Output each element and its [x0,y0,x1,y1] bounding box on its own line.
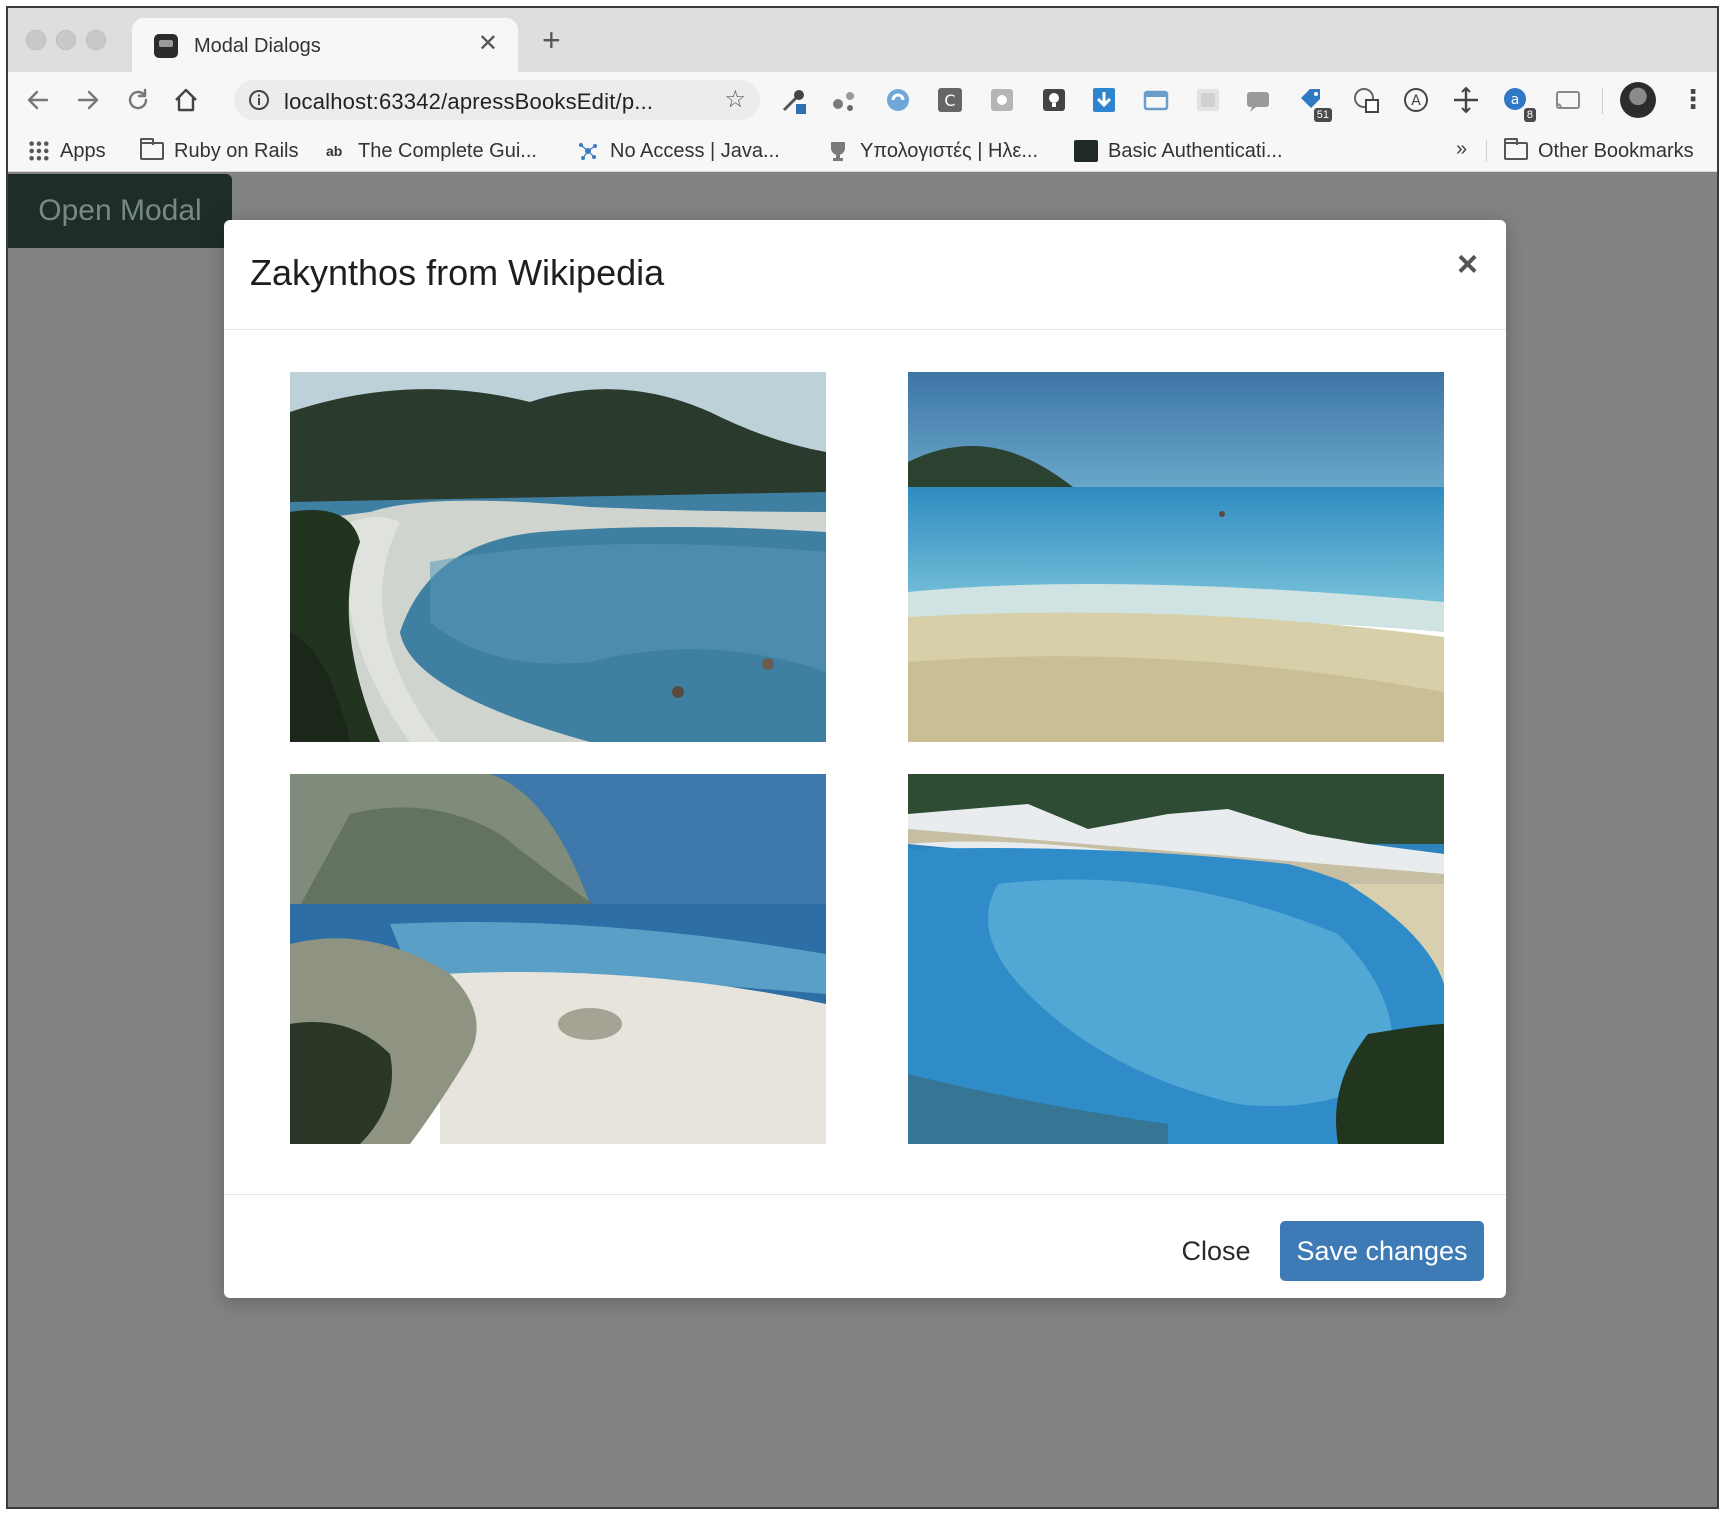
grid-extension-icon[interactable] [1194,86,1222,114]
village-bay-photo [908,774,1444,1144]
home-icon[interactable] [168,82,204,118]
bookmark-apps[interactable]: Apps [28,138,106,164]
bookmark-ruby-on-rails[interactable]: Ruby on Rails [140,138,299,164]
apps-grid-icon [28,140,50,162]
trophy-icon [826,140,850,162]
network-extension-icon[interactable] [830,86,858,114]
molecule-icon [576,140,600,162]
ab-icon: ab [326,143,343,159]
address-bar[interactable]: localhost:63342/apressBooksEdit/p... ☆ [234,80,760,120]
rocky-cliff-beach-photo [290,774,826,1144]
window-minimize-dot[interactable] [56,30,76,50]
modal-close-icon[interactable]: × [1457,244,1478,284]
modal-dialog: Zakynthos from Wikipedia × Close Save ch… [224,220,1506,1298]
settings-extension-icon[interactable] [988,86,1016,114]
bookmarks-bar: Apps Ruby on Rails ab The Complete Gui..… [8,128,1717,172]
window-maximize-dot[interactable] [86,30,106,50]
account-extension-icon[interactable]: a 8 [1502,86,1536,122]
bookmarks-overflow-icon[interactable]: » [1456,138,1467,161]
bookmark-no-access-java[interactable]: No Access | Java... [576,138,780,164]
bookmark-other-bookmarks[interactable]: Other Bookmarks [1504,138,1694,164]
modal-body [224,330,1506,1194]
toolbar-separator [1602,88,1603,114]
bookmark-star-icon[interactable]: ☆ [724,87,746,113]
modal-header: Zakynthos from Wikipedia × [224,220,1506,330]
bookmark-label: Apps [60,139,106,162]
svg-text:A: A [1411,93,1421,109]
a-circle-extension-icon[interactable]: A [1402,86,1430,114]
tab-strip: Modal Dialogs ✕ + [8,8,1717,74]
bookmark-basic-authentication[interactable]: Basic Authenticati... [1074,138,1283,164]
tab-close-icon[interactable]: ✕ [478,30,498,58]
c-extension-icon[interactable]: C [936,86,964,114]
bookmark-complete-guide[interactable]: ab The Complete Gui... [326,138,537,164]
tab-modal-dialogs[interactable]: Modal Dialogs ✕ [132,18,518,74]
shield-extension-icon[interactable] [884,86,912,114]
folder-icon [140,138,164,160]
toolbar: localhost:63342/apressBooksEdit/p... ☆ C [8,72,1717,128]
svg-text:C: C [944,91,955,110]
bookmark-label: Υπολογιστές | Ηλε... [860,139,1038,162]
modal-footer: Close Save changes [224,1194,1506,1298]
open-modal-button[interactable]: Open Modal [8,174,232,248]
download-extension-icon[interactable] [1090,86,1118,114]
bookmarks-separator [1486,140,1487,162]
cove-beach-photo [290,372,826,742]
bookmark-label: Basic Authenticati... [1108,139,1283,162]
profile-avatar[interactable] [1620,82,1656,118]
save-changes-button[interactable]: Save changes [1280,1221,1484,1281]
bookmark-ypologistes[interactable]: Υπολογιστές | Ηλε... [826,138,1038,164]
bookmark-label: Other Bookmarks [1538,139,1694,162]
browser-menu-icon[interactable]: ⋮ [1680,84,1706,114]
lightbulb-extension-icon[interactable] [1040,86,1068,114]
open-sea-beach-photo [908,372,1444,742]
page-content: Open Modal Zakynthos from Wikipedia × Cl… [8,172,1717,1507]
chat-extension-icon[interactable] [1244,86,1272,114]
svg-text:a: a [1511,92,1520,108]
cast-extension-icon[interactable] [1554,86,1582,114]
extension-badge-count: 51 [1313,108,1332,122]
reload-icon[interactable] [120,82,156,118]
bookmark-label: No Access | Java... [610,139,780,162]
eyedropper-extension-icon[interactable] [780,86,808,114]
browser-window: Modal Dialogs ✕ + localhost:63342/apress… [6,6,1719,1509]
window-extension-icon[interactable] [1142,86,1170,114]
tab-title: Modal Dialogs [194,35,321,57]
bookmark-label: Ruby on Rails [174,139,299,162]
close-button[interactable]: Close [1162,1221,1270,1281]
back-icon[interactable] [20,82,56,118]
window-close-dot[interactable] [26,30,46,50]
forward-icon[interactable] [70,82,106,118]
url-text: localhost:63342/apressBooksEdit/p... [284,89,654,114]
tag-extension-icon[interactable]: 51 [1298,86,1332,122]
new-tab-icon[interactable]: + [542,24,561,56]
dark-square-icon [1074,140,1098,162]
site-info-icon[interactable] [248,89,270,116]
bookmark-label: The Complete Gui... [358,139,537,162]
rubymine-favicon-icon [154,34,178,58]
globe-extension-icon[interactable] [1352,86,1380,114]
move-extension-icon[interactable] [1452,86,1480,114]
folder-icon [1504,138,1528,160]
modal-title: Zakynthos from Wikipedia [250,252,665,293]
extension-badge-count: 8 [1523,108,1536,122]
